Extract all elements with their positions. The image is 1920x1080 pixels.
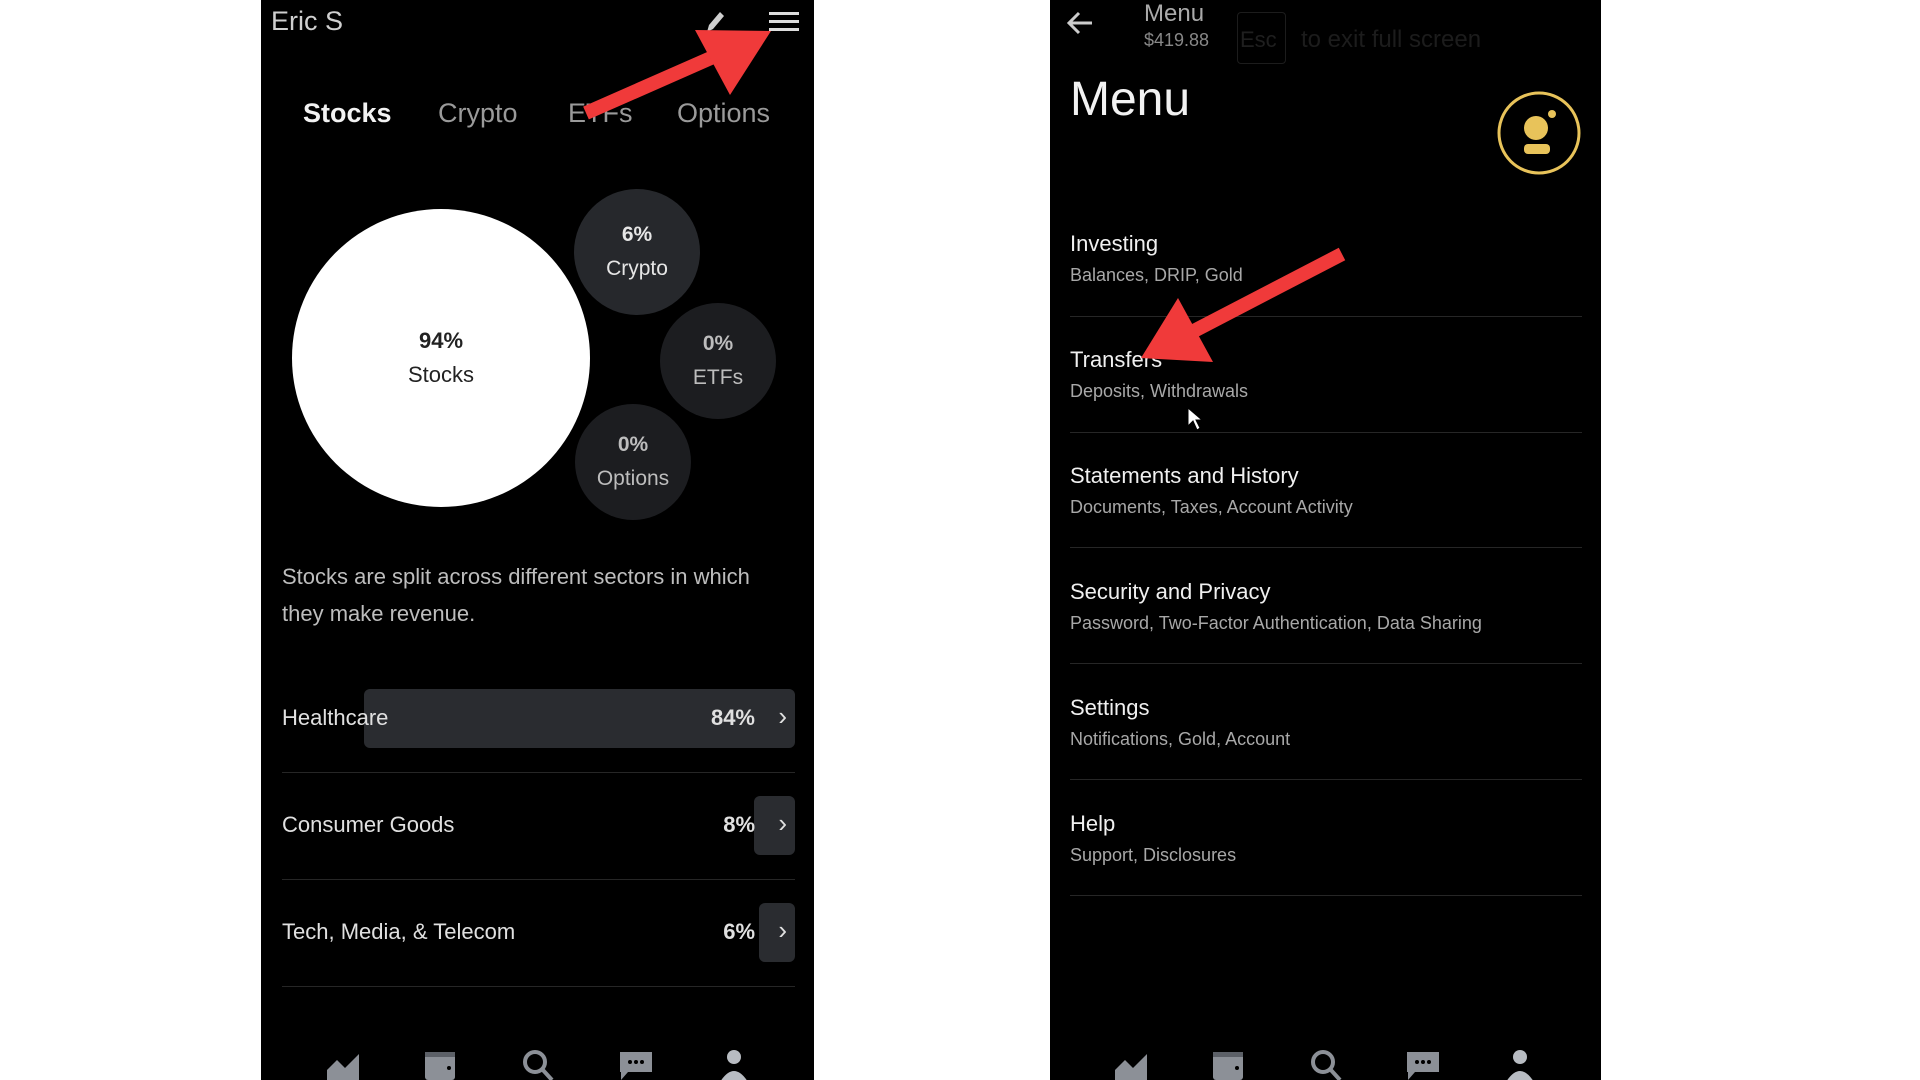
red-arrow-to-menu-icon <box>583 30 771 120</box>
red-arrow-to-transfers <box>1141 247 1346 362</box>
annotation-layer <box>583 30 1346 362</box>
